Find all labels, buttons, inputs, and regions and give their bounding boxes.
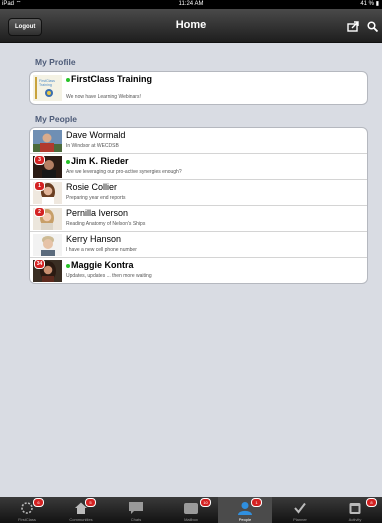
firstclass-logo: FirstClass Training bbox=[33, 75, 62, 101]
my-profile-heading: My Profile bbox=[35, 57, 76, 67]
page-title: Home bbox=[175, 19, 207, 31]
profile-row[interactable]: FirstClass Training FirstClass Training … bbox=[30, 72, 367, 104]
avatar bbox=[33, 130, 62, 152]
person-name: Rosie Collier bbox=[66, 182, 118, 192]
person-name: Kerry Hanson bbox=[66, 234, 122, 244]
tab-badge: 5 bbox=[85, 498, 96, 507]
tab-bar: 6 FirstClass 5 Communities Chats 10 Mail… bbox=[0, 497, 382, 523]
profile-group: FirstClass Training FirstClass Training … bbox=[29, 71, 368, 105]
person-name: Maggie Kontra bbox=[66, 260, 134, 270]
online-indicator-icon bbox=[66, 77, 70, 82]
tab-label: Communities bbox=[69, 517, 93, 522]
person-status: Reading Anatomy of Nelson's Ships bbox=[66, 221, 146, 227]
battery-icon: ▮ bbox=[375, 1, 379, 7]
tab-badge: 10 bbox=[200, 498, 211, 507]
tab-planner[interactable]: Planner bbox=[273, 497, 327, 523]
person-row-jim-k-rieder[interactable]: 3 Jim K. Rieder Are we leveraging our pr… bbox=[30, 154, 367, 180]
profile-name: FirstClass Training bbox=[66, 74, 152, 84]
person-row-pernilla-iverson[interactable]: 2 Pernilla Iverson Reading Anatomy of Ne… bbox=[30, 206, 367, 232]
tab-firstclass[interactable]: 6 FirstClass bbox=[0, 497, 54, 523]
status-time: 11:24 AM bbox=[178, 1, 204, 7]
tab-label: People bbox=[238, 517, 252, 522]
person-name: Pernilla Iverson bbox=[66, 208, 129, 218]
tab-label: FirstClass bbox=[18, 517, 36, 522]
avatar bbox=[33, 234, 62, 256]
people-list: Dave Wormald In Windsor at WECDSB 3 Jim … bbox=[29, 127, 368, 284]
person-name: Jim K. Rieder bbox=[66, 156, 129, 166]
tab-label: Activity bbox=[348, 517, 362, 522]
unread-badge: 3 bbox=[34, 155, 45, 165]
tab-people[interactable]: 1 People bbox=[218, 497, 272, 523]
tab-chats[interactable]: Chats bbox=[109, 497, 163, 523]
person-row-kerry-hanson[interactable]: Kerry Hanson I have a new cell phone num… bbox=[30, 232, 367, 258]
tab-communities[interactable]: 5 Communities bbox=[54, 497, 108, 523]
person-status: Updates, updates ... then more waiting bbox=[66, 273, 152, 279]
avatar: 1 bbox=[33, 181, 62, 204]
person-row-maggie-kontra[interactable]: 34 Maggie Kontra Updates, updates ... th… bbox=[30, 258, 367, 283]
tab-activity[interactable]: 8 Activity bbox=[328, 497, 382, 523]
tab-badge: 6 bbox=[33, 498, 44, 507]
tab-mailbox[interactable]: 10 Mailbox bbox=[164, 497, 218, 523]
unread-badge: 2 bbox=[34, 207, 45, 217]
person-status: I have a new cell phone number bbox=[66, 247, 137, 253]
status-bar: iPad ⌔ 11:24 AM 41 % ▮ bbox=[0, 0, 382, 9]
tab-label: Planner bbox=[293, 517, 307, 522]
tab-label: Chats bbox=[130, 517, 142, 522]
tab-badge: 8 bbox=[366, 498, 377, 507]
avatar: 34 bbox=[33, 259, 62, 282]
unread-badge: 1 bbox=[34, 181, 45, 191]
tab-badge: 1 bbox=[251, 498, 262, 507]
person-status: Are we leveraging our pro-active synergi… bbox=[66, 169, 182, 175]
battery-label: 41 % ▮ bbox=[360, 1, 379, 7]
unread-badge: 34 bbox=[34, 259, 45, 269]
navigation-bar: Logout Home bbox=[0, 9, 382, 43]
share-icon[interactable] bbox=[343, 18, 363, 34]
online-indicator-icon bbox=[66, 159, 70, 164]
my-people-heading: My People bbox=[35, 114, 78, 124]
tab-label: Mailbox bbox=[184, 517, 198, 522]
avatar: 2 bbox=[33, 207, 62, 230]
person-status: Preparing year end reports bbox=[66, 195, 126, 201]
svg-text:Training: Training bbox=[39, 83, 52, 87]
person-row-rosie-collier[interactable]: 1 Rosie Collier Preparing year end repor… bbox=[30, 180, 367, 206]
online-indicator-icon bbox=[66, 263, 70, 268]
search-icon[interactable] bbox=[362, 18, 382, 34]
avatar: 3 bbox=[33, 155, 62, 178]
person-row-dave-wormald[interactable]: Dave Wormald In Windsor at WECDSB bbox=[30, 128, 367, 154]
person-name: Dave Wormald bbox=[66, 130, 126, 140]
person-status: In Windsor at WECDSB bbox=[66, 143, 119, 149]
profile-subtitle: We now have Learning Webinars! bbox=[66, 94, 141, 100]
home-content: My Profile FirstClass Training FirstClas… bbox=[0, 43, 382, 497]
